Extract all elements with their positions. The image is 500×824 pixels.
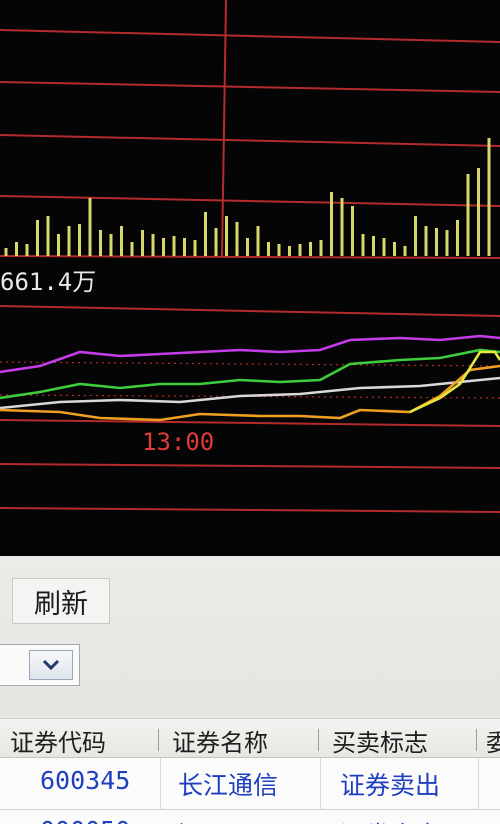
cell-code: 600345: [40, 766, 131, 795]
cell-divider: [478, 758, 479, 810]
table-header: 证券代码 证券名称 买卖标志 委: [0, 718, 500, 758]
indicator-line-purple: [0, 334, 500, 374]
orders-table: 证券代码 证券名称 买卖标志 委 600345 长江通信 证券卖出 000050…: [0, 718, 500, 824]
cell-code: 000050: [40, 816, 130, 824]
indicator-line-green: [0, 348, 500, 400]
column-header-name[interactable]: 证券名称: [172, 723, 268, 758]
cell-flag: 证券卖出: [340, 771, 441, 800]
column-divider[interactable]: [318, 729, 319, 751]
grid-line: [0, 134, 500, 147]
grid-line: [0, 507, 500, 513]
intraday-chart[interactable]: 661.4万 13:00: [0, 0, 500, 556]
select-dropdown-button[interactable]: [29, 650, 73, 680]
cell-name: 深天马A: [178, 816, 270, 824]
table-row[interactable]: 600345 长江通信 证券卖出: [0, 758, 500, 810]
column-divider[interactable]: [476, 729, 477, 751]
cell-divider: [320, 758, 321, 810]
filter-select[interactable]: [0, 644, 80, 686]
cell-divider: [160, 758, 161, 810]
indicator-line-orange: [0, 364, 500, 422]
grid-line: [0, 81, 500, 93]
grid-line: [0, 29, 500, 43]
time-axis-label: 13:00: [142, 428, 215, 456]
cell-flag: 证券卖出: [340, 816, 440, 824]
column-divider[interactable]: [158, 729, 159, 751]
column-header-flag[interactable]: 买卖标志: [332, 723, 428, 758]
grid-line: [0, 305, 500, 317]
volume-readout: 661.4万: [0, 268, 97, 296]
grid-line: [0, 463, 500, 469]
chevron-down-icon: [42, 659, 60, 671]
indicator-lines: [0, 334, 500, 422]
grid-dotted-line: [0, 361, 500, 367]
grid-line: [0, 255, 500, 259]
column-header-order[interactable]: 委: [486, 723, 500, 758]
table-row[interactable]: 000050 深天马A 证券卖出: [0, 810, 500, 824]
grid-line: [0, 195, 500, 207]
refresh-button[interactable]: 刷新: [12, 578, 110, 624]
cell-name: 长江通信: [178, 771, 279, 800]
order-panel: 刷新 证券代码 证券名称 买卖标志 委 600345 长江通信 证券卖出 00: [0, 556, 500, 824]
column-header-code[interactable]: 证券代码: [10, 723, 106, 758]
grid-line: [0, 419, 500, 427]
